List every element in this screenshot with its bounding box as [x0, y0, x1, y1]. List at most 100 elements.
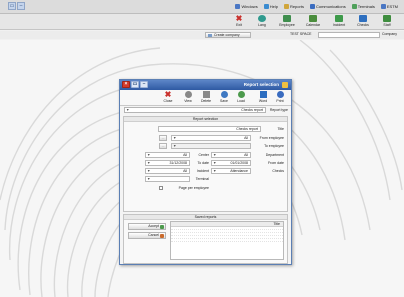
minimize-window-button[interactable]: –	[17, 2, 25, 10]
company-select[interactable]	[318, 32, 380, 38]
employee-icon	[283, 15, 291, 22]
chevron-down-icon: ▼	[147, 153, 151, 157]
database-label: TEST SPACE	[290, 32, 312, 36]
windows-icon	[235, 4, 241, 9]
create-company-button[interactable]: Create company	[205, 32, 251, 38]
saved-reports-table[interactable]: Title	[170, 221, 284, 260]
employee-button[interactable]: Employee	[276, 15, 298, 29]
word-button[interactable]: Word	[255, 91, 271, 103]
incident-label: Incident	[196, 169, 209, 173]
print-button[interactable]: Print	[272, 91, 288, 103]
exit-button[interactable]: ✖ Exit	[228, 15, 250, 29]
cancel-button[interactable]: Cancel	[128, 232, 166, 239]
menu-item-help[interactable]: Help	[262, 3, 280, 10]
language-icon	[258, 15, 266, 22]
report-selection-header: Report selection	[124, 117, 287, 122]
to-employee-search-button[interactable]: …	[159, 143, 167, 149]
chevron-down-icon: ▼	[147, 161, 151, 165]
report-selection-section: Report selection Title Checks report Fro…	[123, 116, 288, 212]
checks-button[interactable]: Checks	[352, 15, 374, 29]
incident-button[interactable]: Incident	[328, 15, 350, 29]
saved-reports-section: Saved reports Title Accept Cancel	[123, 214, 288, 264]
chevron-down-icon: ▼	[147, 169, 151, 173]
report-type-row: Report type ▼ Checks report	[123, 107, 288, 114]
menu-item-reports[interactable]: Reports	[282, 3, 306, 10]
dialog-minimize-button[interactable]: –	[140, 81, 148, 88]
title-label: Title	[277, 127, 284, 131]
chevron-down-icon: ▼	[213, 153, 217, 157]
report-selection-dialog: × ▭ – Report selection Print Word Load S…	[119, 79, 292, 265]
checkmark-icon	[160, 225, 164, 229]
staff-icon	[383, 15, 391, 22]
chevron-down-icon: ▼	[147, 177, 151, 181]
company-icon	[208, 34, 212, 37]
word-icon	[259, 91, 267, 98]
saved-reports-header: Saved reports	[124, 215, 287, 220]
dialog-close-button[interactable]: ×	[122, 81, 130, 88]
window-controls: ▭ –	[8, 2, 25, 10]
checks-label: Checks	[272, 169, 284, 173]
from-date-input[interactable]: ▼ 01/01/2008	[211, 160, 251, 166]
dialog-toolbar: Print Word Load Save Delete View ✖ Close	[120, 90, 291, 106]
report-type-select[interactable]: ▼ Checks report	[124, 107, 266, 113]
report-icon	[282, 82, 288, 88]
to-date-label: To date	[197, 161, 209, 165]
main-menu: Windows Help Reports Communications Term…	[233, 3, 400, 10]
from-employee-search-button[interactable]: …	[159, 135, 167, 141]
language-button[interactable]: Lang	[251, 15, 273, 29]
delete-icon	[202, 91, 210, 98]
dialog-window-controls: × ▭ –	[122, 81, 148, 88]
terminal-select[interactable]: ▼	[145, 176, 190, 182]
reports-icon	[283, 4, 289, 9]
terminal-icon	[351, 4, 357, 9]
menu-item-estm[interactable]: ESTM	[379, 3, 400, 10]
to-date-input[interactable]: ▼ 31/12/2008	[145, 160, 190, 166]
dialog-restore-button[interactable]: ▭	[131, 81, 139, 88]
chevron-down-icon: ▼	[213, 169, 217, 173]
menu-item-windows[interactable]: Windows	[233, 3, 259, 10]
close-button[interactable]: ✖ Close	[160, 90, 176, 104]
department-select[interactable]: ▼ All	[211, 152, 251, 158]
menu-item-communications[interactable]: Communications	[308, 3, 348, 10]
load-button[interactable]: Load	[233, 91, 249, 103]
page-per-employee-checkbox[interactable]	[159, 186, 163, 190]
calendar-button[interactable]: Calendar	[302, 15, 324, 29]
chevron-down-icon: ▼	[173, 136, 177, 140]
close-icon: ✖	[164, 90, 172, 99]
exit-icon: ✖	[235, 14, 243, 23]
app-icon	[380, 4, 386, 9]
view-icon	[184, 91, 192, 98]
title-input[interactable]: Checks report	[158, 126, 261, 132]
app-titlebar: ▭ – Windows Help Reports Communications …	[0, 0, 404, 14]
company-label: Company	[382, 32, 397, 36]
calendar-icon	[309, 15, 317, 22]
dialog-title: Report selection	[243, 82, 279, 87]
table-row[interactable]	[171, 239, 283, 242]
from-employee-select[interactable]: ▼ All	[171, 135, 251, 141]
from-date-label: From date	[268, 161, 284, 165]
to-employee-label: To employee	[264, 144, 284, 148]
checks-select[interactable]: ▼ Attendance	[211, 168, 251, 174]
accept-button[interactable]: Accept	[128, 223, 166, 230]
company-info-row: Create company TEST SPACE Company	[0, 31, 404, 39]
dialog-titlebar: × ▭ – Report selection	[120, 80, 291, 90]
load-icon	[237, 91, 245, 98]
staff-button[interactable]: Staff	[376, 15, 398, 29]
from-employee-label: From employee	[259, 136, 284, 140]
network-icon	[309, 4, 315, 9]
delete-button[interactable]: Delete	[198, 91, 214, 103]
to-employee-select[interactable]: ▼	[171, 143, 251, 149]
page-per-employee-label: Page per employee	[178, 186, 209, 190]
center-label: Center	[198, 153, 209, 157]
report-type-label: Report type	[269, 108, 288, 112]
view-button[interactable]: View	[180, 91, 196, 103]
chevron-down-icon: ▼	[126, 108, 130, 112]
incident-select[interactable]: ▼ All	[145, 168, 190, 174]
save-icon	[220, 91, 228, 98]
checks-icon	[359, 15, 367, 22]
restore-window-button[interactable]: ▭	[8, 2, 16, 10]
save-button[interactable]: Save	[216, 91, 232, 103]
center-select[interactable]: ▼ All	[145, 152, 190, 158]
menu-item-terminals[interactable]: Terminals	[350, 3, 377, 10]
print-icon	[276, 91, 284, 98]
